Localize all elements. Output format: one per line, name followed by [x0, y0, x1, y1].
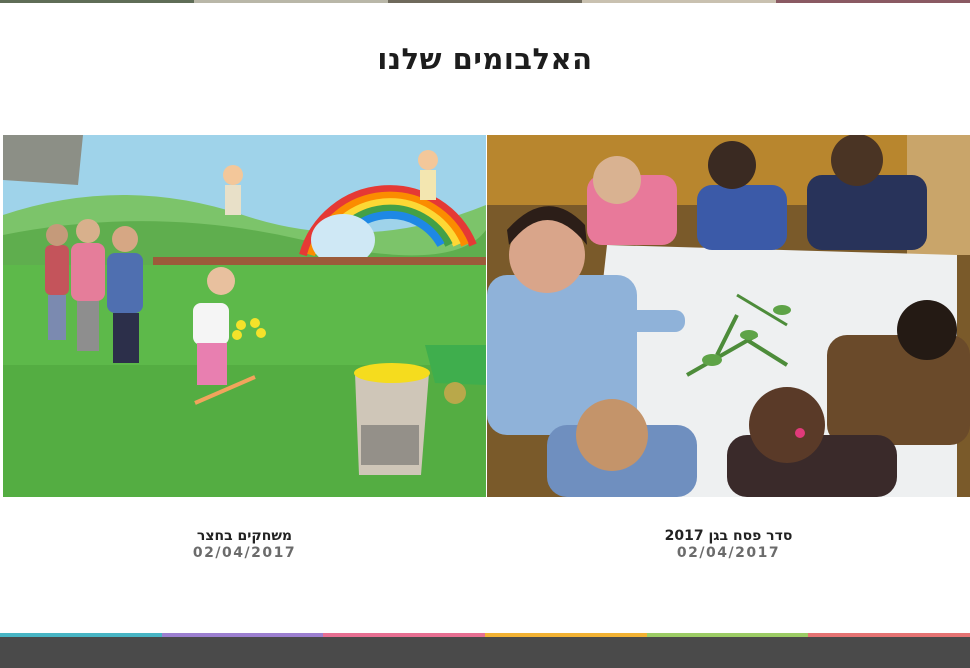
album-title[interactable]: סדר פסח בגן 2017: [487, 528, 970, 545]
album-photo-passover-seder[interactable]: [487, 135, 970, 497]
album-date: 02/04/2017: [192, 545, 297, 561]
album-card-passover-seder[interactable]: סדר פסח בגן 2017 02/04/2017: [487, 135, 970, 561]
album-caption: משחקים בחצר 02/04/2017: [3, 528, 486, 562]
footer-bar: [0, 637, 970, 668]
album-caption: סדר פסח בגן 2017 02/04/2017: [487, 528, 970, 562]
album-photo-yard-games[interactable]: [3, 135, 486, 497]
top-color-stripe: [0, 0, 970, 3]
album-date: 02/04/2017: [676, 545, 781, 561]
album-title[interactable]: משחקים בחצר: [3, 528, 486, 545]
page-title: האלבומים שלנו: [377, 42, 593, 76]
album-card-yard-games[interactable]: משחקים בחצר 02/04/2017: [3, 135, 486, 561]
